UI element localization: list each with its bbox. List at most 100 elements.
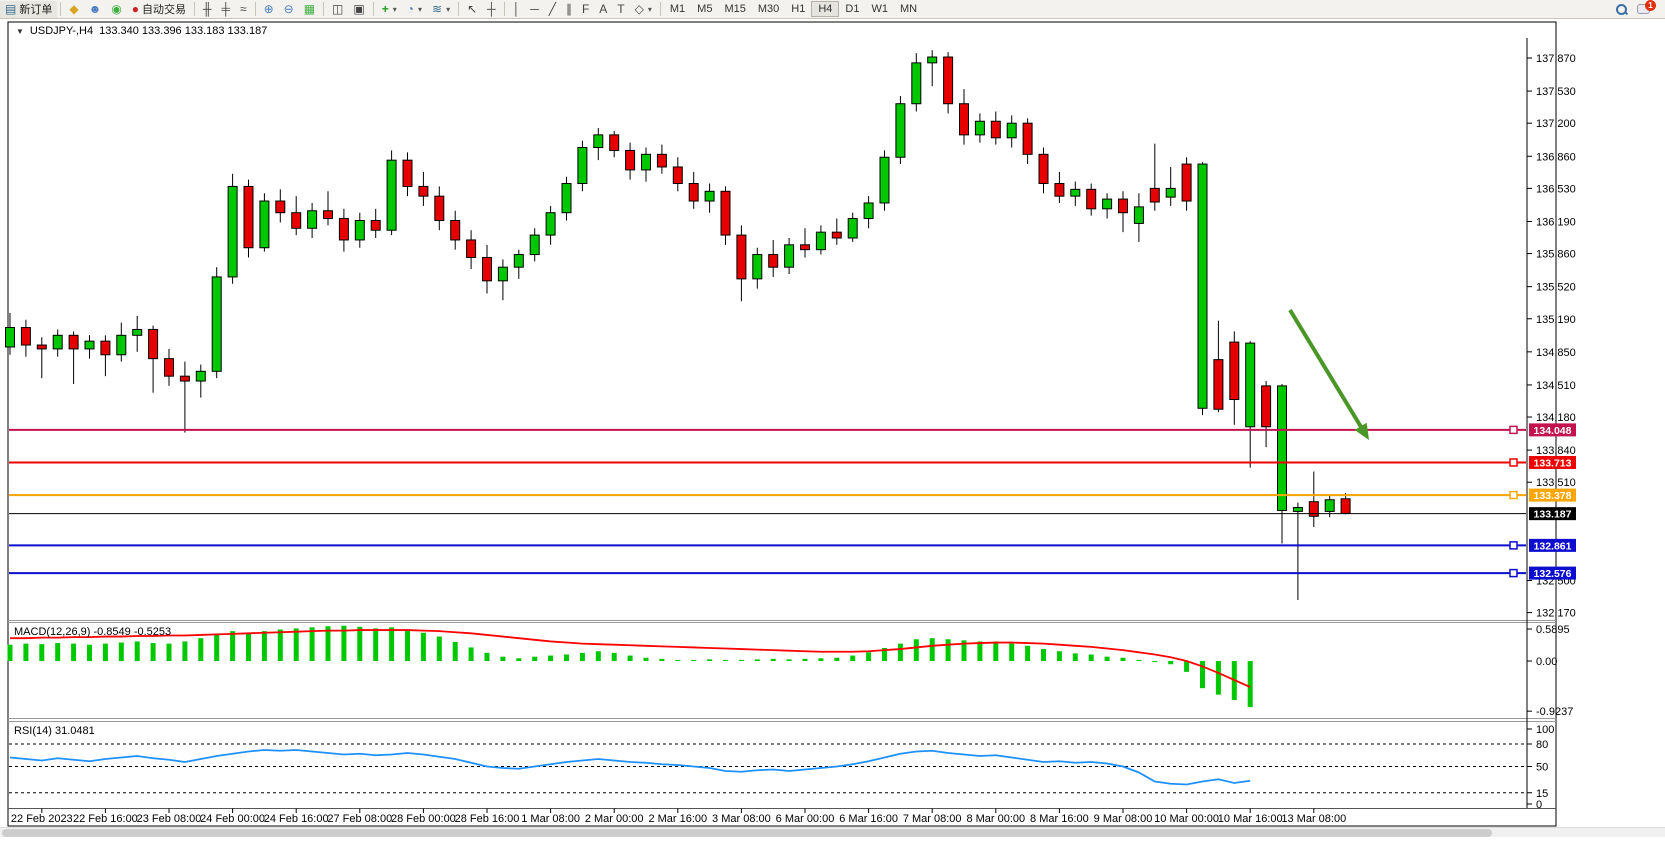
chat-button[interactable]: 1	[1632, 1, 1665, 18]
candle-body	[642, 154, 651, 170]
bar-chart-button[interactable]: ╫	[198, 1, 217, 18]
fibonacci-tool-button[interactable]: F	[577, 1, 594, 18]
macd-histogram-bar	[1105, 657, 1110, 661]
signal-button[interactable]: ◉	[106, 1, 126, 18]
market-watch-button[interactable]: ◆	[64, 1, 83, 18]
candle-body	[801, 245, 810, 250]
level-line-handle	[1510, 570, 1517, 577]
toolbar-separator	[373, 2, 374, 16]
chart-dropdown-icon[interactable]: ▼	[16, 27, 24, 36]
candle-body	[435, 196, 444, 220]
candle-body	[180, 376, 189, 381]
toolbar-separator	[458, 2, 459, 16]
candle-body	[1293, 508, 1302, 512]
y-axis-tick-label: 137.200	[1536, 118, 1576, 130]
y-axis-tick-label: 134.180	[1536, 412, 1576, 424]
shapes-tool-button[interactable]: ◇ ▾	[630, 1, 657, 18]
candle-body	[371, 220, 380, 230]
macd-histogram-bar	[294, 628, 299, 661]
candle-body	[928, 57, 937, 63]
timeframe-w1[interactable]: W1	[865, 1, 894, 17]
macd-histogram-bar	[500, 657, 505, 661]
channel-tool-button[interactable]: ∥	[561, 1, 577, 18]
label-tool-button[interactable]: T	[612, 1, 629, 18]
candle-body	[355, 220, 364, 239]
hline-tool-button[interactable]: ─	[525, 1, 544, 18]
y-axis-tick-label: 133.510	[1536, 477, 1576, 489]
macd-histogram-bar	[946, 639, 951, 661]
timeframe-m1[interactable]: M1	[664, 1, 691, 17]
x-axis-tick-label: 24 Feb 16:00	[264, 813, 329, 825]
chevron-down-icon: ▾	[393, 5, 397, 14]
macd-histogram-bar	[914, 639, 919, 661]
macd-histogram-bar	[532, 657, 537, 661]
new-order-button[interactable]: ▤ 新订单	[0, 1, 57, 18]
profile-button[interactable]: ☻	[84, 1, 107, 18]
macd-histogram-bar	[453, 642, 458, 661]
macd-histogram-bar	[1248, 661, 1253, 707]
timeframe-h1[interactable]: H1	[785, 1, 811, 17]
y-axis-tick-label: 136.860	[1536, 151, 1576, 163]
candle-body	[753, 255, 762, 279]
macd-histogram-bar	[198, 638, 203, 661]
zoom-in-button[interactable]: ⊕	[259, 1, 279, 18]
zoom-out-button[interactable]: ⊖	[279, 1, 299, 18]
candle-body	[689, 184, 698, 202]
macd-histogram-bar	[644, 658, 649, 661]
timeframe-m5[interactable]: M5	[691, 1, 718, 17]
new-order-label: 新订单	[19, 1, 52, 17]
period-button[interactable]: ◔ ▾	[402, 1, 427, 18]
level-line-handle	[1510, 459, 1517, 466]
x-axis-tick-label: 3 Mar 08:00	[712, 813, 771, 825]
candle-body	[785, 245, 794, 267]
macd-axis-label: 0.5895	[1536, 624, 1570, 636]
macd-histogram-bar	[230, 631, 235, 661]
macd-histogram-bar	[834, 658, 839, 661]
x-axis-tick-label: 28 Feb 16:00	[455, 813, 520, 825]
price-chart-svg: 137.870137.530137.200136.860136.530136.1…	[0, 0, 1665, 837]
chevron-down-icon: ▾	[648, 5, 652, 14]
tile-windows-button[interactable]: ▦	[299, 1, 320, 18]
x-axis-tick-label: 28 Feb 00:00	[391, 813, 456, 825]
macd-histogram-bar	[628, 656, 633, 661]
macd-histogram-bar	[755, 659, 760, 661]
timeframe-m30[interactable]: M30	[752, 1, 785, 17]
candle-body	[1214, 360, 1223, 410]
crosshair-button[interactable]: ┼	[482, 1, 501, 18]
template-button[interactable]: ≋ ▾	[427, 1, 455, 18]
timeframe-h4[interactable]: H4	[811, 1, 839, 17]
x-axis-tick-label: 27 Feb 08:00	[327, 813, 392, 825]
toolbar-separator	[323, 2, 324, 16]
arrange-a-button[interactable]: ◫	[327, 1, 348, 18]
x-axis-tick-label: 2 Mar 00:00	[585, 813, 644, 825]
macd-histogram-bar	[55, 643, 60, 661]
line-chart-icon: ≈	[240, 3, 247, 15]
candle-body	[403, 160, 412, 186]
candle-body	[1150, 188, 1159, 202]
candle-body	[864, 203, 873, 219]
macd-histogram-bar	[119, 643, 124, 661]
macd-histogram-bar	[485, 653, 490, 661]
line-chart-button[interactable]: ≈	[235, 1, 252, 18]
timeframe-d1[interactable]: D1	[839, 1, 865, 17]
scrollbar-thumb[interactable]	[2, 829, 1492, 837]
timeframe-m15[interactable]: M15	[718, 1, 751, 17]
add-indicator-button[interactable]: + ▾	[377, 1, 402, 18]
macd-indicator-label: MACD(12,26,9) -0.8549 -0.5253	[14, 626, 171, 638]
autotrade-button[interactable]: ● 自动交易	[127, 1, 191, 18]
arrange-b-button[interactable]: ▣	[348, 1, 369, 18]
search-button[interactable]	[1611, 1, 1632, 18]
candle-body	[53, 335, 62, 349]
timeframe-mn[interactable]: MN	[894, 1, 923, 17]
horizontal-scrollbar[interactable]	[0, 827, 1665, 837]
candle-chart-button[interactable]: ╪	[216, 1, 235, 18]
x-axis-tick-label: 7 Mar 08:00	[903, 813, 962, 825]
level-line-handle	[1510, 492, 1517, 499]
level-line-handle	[1510, 542, 1517, 549]
chart-area[interactable]: 137.870137.530137.200136.860136.530136.1…	[0, 0, 1665, 837]
macd-histogram-bar	[421, 633, 426, 661]
text-tool-button[interactable]: A	[594, 1, 612, 18]
vline-tool-button[interactable]: │	[508, 1, 526, 18]
cursor-button[interactable]: ↖	[462, 1, 482, 18]
trendline-tool-button[interactable]: ╱	[544, 1, 561, 18]
